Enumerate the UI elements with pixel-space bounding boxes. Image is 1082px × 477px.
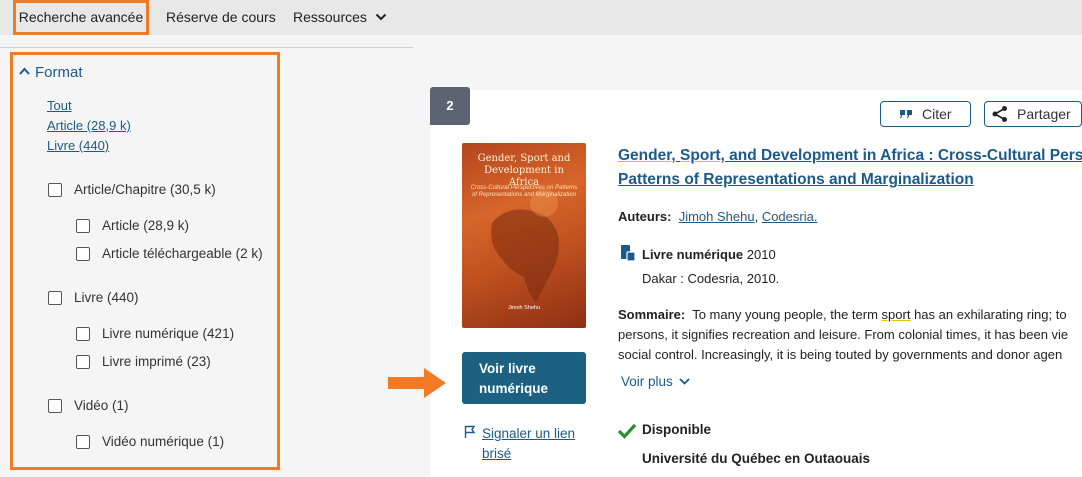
checkbox-label: Vidéo numérique (1) [102,434,225,449]
result-title-link[interactable]: Gender, Sport, and Development in Africa… [618,144,1082,192]
library-name: Université du Québec en Outaouais [642,451,871,466]
availability-label: Disponible [642,422,712,437]
share-button[interactable]: Partager [984,101,1082,127]
title-fragment: , and Development in Africa : Cross-Cult… [720,147,1082,164]
checkbox-article[interactable] [76,219,90,233]
checkbox-article-chapter[interactable] [48,183,62,197]
ebook-icon [621,245,636,262]
cite-label: Citer [922,106,952,122]
publisher-line: Dakar : Codesria, 2010. [642,271,780,286]
format-line: Livre numérique 2010 [642,247,776,262]
checkmark-icon [617,423,637,439]
checkbox-print-book[interactable] [76,355,90,369]
course-reserve-link[interactable]: Réserve de cours [166,0,276,35]
advanced-search-link[interactable]: Recherche avancée [13,0,149,35]
checkbox-digital-video[interactable] [76,435,90,449]
title-highlight-sport: Sport [680,147,721,164]
checkbox-label: Article (28,9 k) [102,218,190,233]
cite-button[interactable]: Citer [880,101,971,127]
facet-link-article[interactable]: Article (28,9 k) [47,118,131,133]
summary-text: has an exhilarating ring; to [910,307,1067,322]
summary-highlight-sport: sport [881,307,911,322]
view-ebook-button[interactable]: Voir livre numérique [462,352,586,404]
summary-text: persons, it signifies recreation and lei… [618,327,1069,342]
title-fragment: , [671,147,681,164]
authors-line: Auteurs: Jimoh Shehu, Codesria. [618,209,818,224]
facet-link-book[interactable]: Livre (440) [47,138,109,153]
checkbox-label: Article/Chapitre (30,5 k) [74,182,216,197]
checkbox-ebook[interactable] [76,327,90,341]
author-link[interactable]: Codesria. [762,209,818,224]
checkbox-video[interactable] [48,399,62,413]
quote-icon [900,110,912,118]
flag-icon [464,425,476,438]
chevron-down-icon [679,378,690,385]
checkbox-label: Article téléchargeable (2 k) [102,246,263,261]
format-facet-toggle[interactable]: Format [19,64,83,81]
author-link[interactable]: Jimoh Shehu [679,209,755,224]
chevron-down-icon [375,13,387,21]
cover-subtitle: Cross-Cultural Perspectives on Patterns … [470,185,578,198]
summary-text: social control. Increasingly, it is bein… [618,347,1063,362]
checkbox-book[interactable] [48,291,62,305]
title-highlight-gender: Gender [618,147,672,164]
share-icon [992,106,1007,122]
authors-label: Auteurs: [618,209,672,224]
divider [0,47,413,48]
arrow-right-icon [388,368,446,398]
summary: Sommaire: To many young people, the term… [618,305,1082,365]
checkbox-label: Livre numérique (421) [102,326,235,341]
resources-label: Ressources [293,9,367,25]
format-label: Livre numérique [642,247,744,262]
publication-year: 2010 [746,247,776,262]
resources-menu[interactable]: Ressources [293,0,387,35]
summary-text: To many young people, the term [692,307,882,322]
result-number-badge: 2 [430,87,470,125]
checkbox-downloadable-article[interactable] [76,247,90,261]
see-more-link[interactable]: Voir plus [621,374,690,389]
share-label: Partager [1017,106,1071,122]
summary-label: Sommaire: [618,307,686,322]
cover-title: Gender, Sport and Development in Africa [477,153,571,188]
see-more-label: Voir plus [621,374,673,389]
facet-link-all[interactable]: Tout [47,98,72,113]
cover-author: Jimoh Shehu [507,305,541,311]
book-cover[interactable]: Gender, Sport and Development in Africa … [462,143,586,328]
format-facet-title: Format [35,64,83,81]
top-navigation-bar: Recherche avancée Réserve de cours Resso… [0,0,1082,35]
report-broken-link-label: Signaler un lien brisé [482,426,576,461]
title-line-2: Patterns of Representations and Marginal… [618,171,974,188]
chevron-up-icon [19,67,30,75]
checkbox-label: Vidéo (1) [74,398,129,413]
checkbox-label: Livre (440) [74,290,139,305]
checkbox-label: Livre imprimé (23) [102,354,211,369]
